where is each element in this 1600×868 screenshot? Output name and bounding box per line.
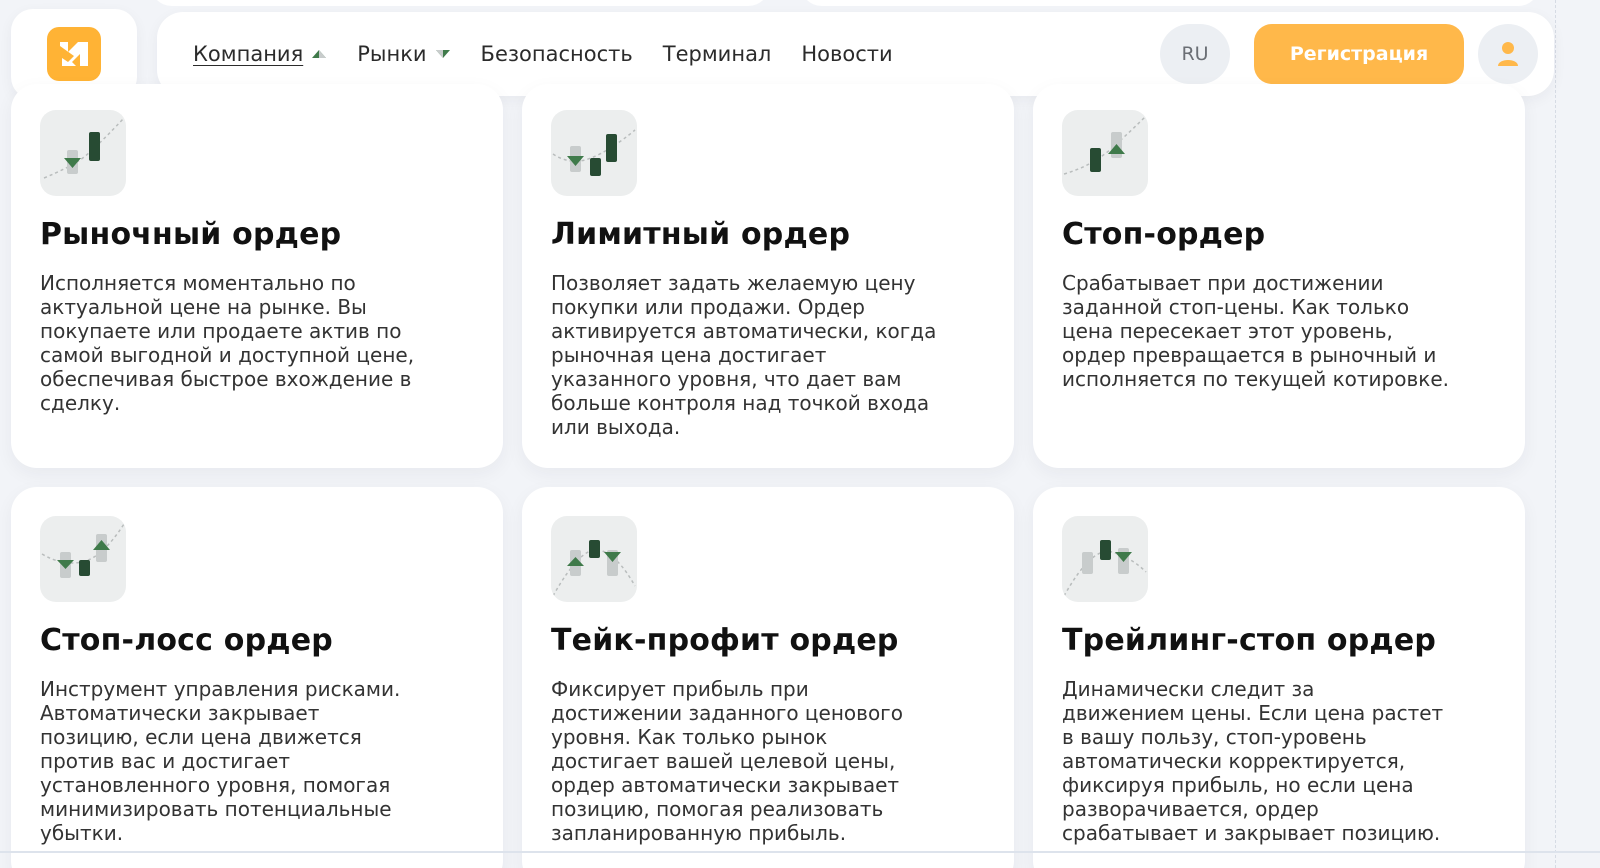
nav-item-label: Новости — [801, 42, 893, 66]
user-avatar-button[interactable] — [1478, 24, 1538, 84]
nav-item-markets[interactable]: Рынки — [357, 42, 450, 66]
desc-line: позицию, помогая реализовать — [551, 797, 884, 821]
nav-item-label: Безопасность — [480, 42, 633, 66]
candlestick-icon — [40, 110, 126, 196]
desc-line: активируется автоматически, когда — [551, 319, 937, 343]
desc-line: цена пересекает этот уровень, — [1062, 319, 1393, 343]
logo-icon — [47, 27, 101, 81]
chevron-down-icon — [435, 49, 451, 59]
desc-line: Позволяет задать желаемую цену — [551, 271, 916, 295]
card-title: Стоп-лосс ордер — [40, 623, 333, 658]
desc-line: достижении заданного ценового — [551, 701, 903, 725]
candlestick-icon — [551, 110, 637, 196]
desc-line: рыночная цена достигает — [551, 343, 827, 367]
desc-line: убытки. — [40, 821, 124, 845]
candlestick-icon — [1062, 110, 1148, 196]
desc-line: запланированную прибыль. — [551, 821, 847, 845]
card-description: Исполняется моментально по актуальной це… — [40, 271, 481, 415]
desc-line: уровня. Как только рынок — [551, 725, 828, 749]
nav-item-company[interactable]: Компания — [193, 42, 327, 66]
desc-line: срабатывает и закрывает позицию. — [1062, 821, 1441, 845]
desc-line: фиксируя прибыль, но если цена — [1062, 773, 1414, 797]
desc-line: в вашу пользу, стоп-уровень — [1062, 725, 1367, 749]
desc-line: заданной стоп-цены. Как только — [1062, 295, 1410, 319]
chevron-up-icon — [311, 49, 327, 59]
desc-line: позицию, если цена движется — [40, 725, 362, 749]
candlestick-icon — [551, 516, 637, 602]
desc-line: ордер автоматически закрывает — [551, 773, 900, 797]
order-card-stop-loss: Стоп-лосс ордер Инструмент управления ри… — [11, 487, 503, 868]
desc-line: разворачивается, ордер — [1062, 797, 1319, 821]
card-description: Срабатывает при достижении заданной стоп… — [1062, 271, 1503, 391]
order-card-trailing-stop: Трейлинг-стоп ордер Динамически следит з… — [1033, 487, 1525, 868]
card-title: Трейлинг-стоп ордер — [1062, 623, 1437, 658]
order-card-market: Рыночный ордер Исполняется моментально п… — [11, 84, 503, 468]
card-description: Позволяет задать желаемую цену покупки и… — [551, 271, 992, 439]
desc-line: минимизировать потенциальные — [40, 797, 392, 821]
nav-item-terminal[interactable]: Терминал — [663, 42, 772, 66]
nav-item-label: Терминал — [662, 42, 772, 66]
nav-item-security[interactable]: Безопасность — [481, 42, 633, 66]
nav-item-label: Компания — [193, 42, 304, 66]
order-card-take-profit: Тейк-профит ордер Фиксирует прибыль при … — [522, 487, 1014, 868]
desc-line: установленного уровня, помогая — [40, 773, 391, 797]
desc-line: покупки или продажи. Ордер — [551, 295, 865, 319]
candlestick-icon — [40, 516, 126, 602]
desc-line: покупаете или продаете актив по — [40, 319, 402, 343]
card-peek — [800, 0, 1540, 6]
order-card-stop: Стоп-ордер Срабатывает при достижении за… — [1033, 84, 1525, 468]
language-switcher[interactable]: RU — [1160, 24, 1230, 84]
desc-line: ордер превращается в рыночный и — [1062, 343, 1437, 367]
desc-line: исполняется по текущей котировке. — [1062, 367, 1450, 391]
card-peek — [150, 0, 770, 6]
card-title: Лимитный ордер — [551, 217, 851, 252]
desc-line: сделку. — [40, 391, 121, 415]
desc-line: против вас и достигает — [40, 749, 290, 773]
order-card-limit: Лимитный ордер Позволяет задать желаемую… — [522, 84, 1014, 468]
page: Компания Рынки Безопасность Терминал Нов… — [0, 0, 1600, 868]
desc-line: или выхода. — [551, 415, 681, 439]
viewport-bottom-border — [0, 851, 1600, 853]
candlestick-icon — [1062, 516, 1148, 602]
divider — [1555, 0, 1556, 868]
card-description: Динамически следит за движением цены. Ес… — [1062, 677, 1503, 845]
card-title: Тейк-профит ордер — [551, 623, 899, 658]
card-description: Фиксирует прибыль при достижении заданно… — [551, 677, 992, 845]
nav-item-label: Рынки — [357, 42, 427, 66]
desc-line: автоматически корректируется, — [1062, 749, 1406, 773]
desc-line: Автоматически закрывает — [40, 701, 320, 725]
desc-line: Динамически следит за — [1062, 677, 1315, 701]
desc-line: указанного уровня, что дает вам — [551, 367, 902, 391]
desc-line: обеспечивая быстрое вхождение в — [40, 367, 412, 391]
desc-line: Фиксирует прибыль при — [551, 677, 809, 701]
nav-item-news[interactable]: Новости — [801, 42, 892, 66]
card-title: Рыночный ордер — [40, 217, 342, 252]
card-title: Стоп-ордер — [1062, 217, 1266, 252]
desc-line: Инструмент управления рисками. — [40, 677, 401, 701]
desc-line: актуальной цене на рынке. Вы — [40, 295, 367, 319]
desc-line: Исполняется моментально по — [40, 271, 356, 295]
register-button[interactable]: Регистрация — [1254, 24, 1464, 84]
desc-line: больше контроля над точкой входа — [551, 391, 930, 415]
desc-line: самой выгодной и доступной цене, — [40, 343, 415, 367]
desc-line: движением цены. Если цена растет — [1062, 701, 1444, 725]
desc-line: достигает вашей целевой цены, — [551, 749, 896, 773]
user-icon — [1498, 42, 1518, 66]
desc-line: Срабатывает при достижении — [1062, 271, 1384, 295]
card-description: Инструмент управления рисками. Автоматич… — [40, 677, 481, 845]
